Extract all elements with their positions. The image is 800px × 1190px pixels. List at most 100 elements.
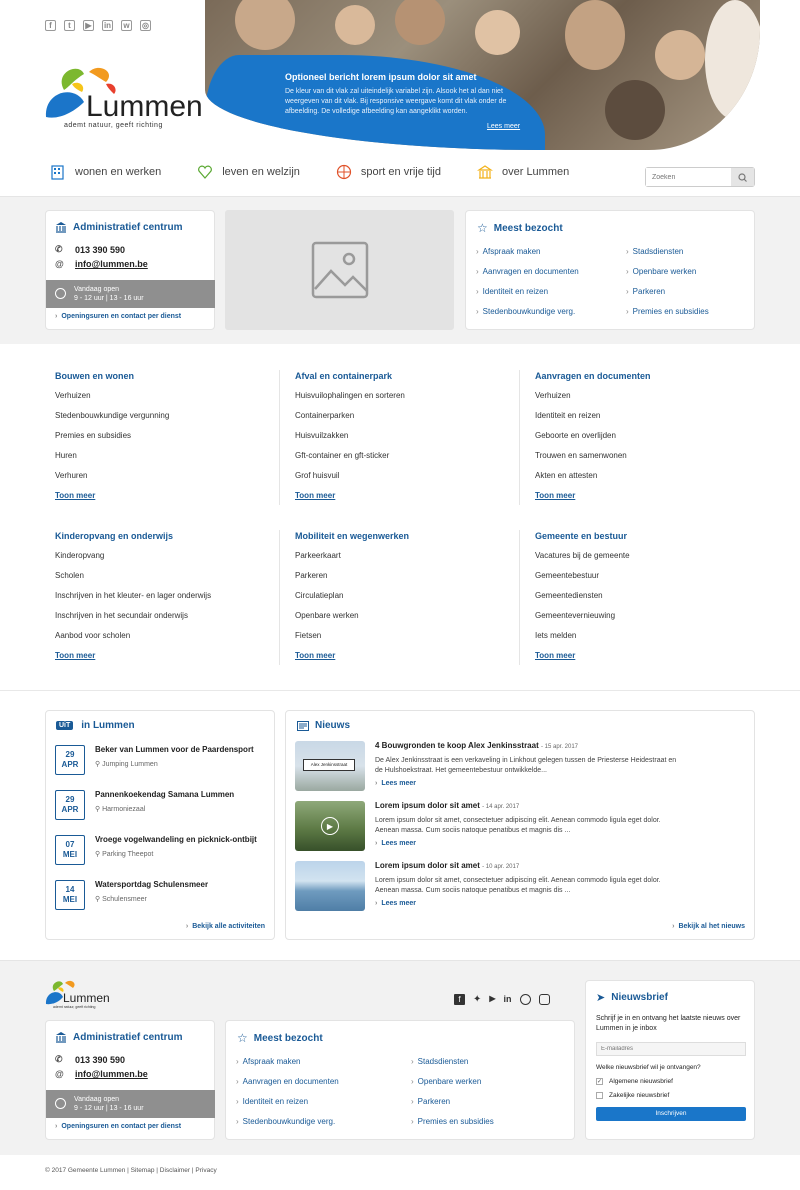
category-link[interactable]: Inschrijven in het secundair onderwijs (55, 611, 280, 631)
news-item[interactable]: ▶ Lorem ipsum dolor sit amet - 14 apr. 2… (295, 801, 680, 851)
checkbox-unchecked[interactable] (596, 1092, 603, 1099)
most-visited-link[interactable]: › Openbare werken (411, 1077, 494, 1097)
news-video-thumbnail[interactable]: ▶ (295, 801, 365, 851)
linkedin-icon[interactable]: in (504, 994, 512, 1005)
play-icon[interactable]: ▶ (321, 817, 339, 835)
event-item[interactable]: 14 MEI Watersportdag Schulensmeer ⚲ Schule… (55, 880, 208, 910)
category-link[interactable]: Trouwen en samenwonen (535, 451, 760, 471)
email-link[interactable]: info@lummen.be (75, 259, 148, 269)
logo[interactable]: Lummen ademt natuur, geeft richting (44, 62, 203, 132)
most-visited-link[interactable]: › Stedenbouwkundige verg. (476, 307, 579, 327)
all-activities-link[interactable]: › Bekijk alle activiteiten (186, 923, 265, 930)
nav-sport-en-vrije-tijd[interactable]: sport en vrije tijd (336, 164, 441, 180)
email-field[interactable] (596, 1042, 746, 1056)
category-link[interactable]: Containerparken (295, 411, 520, 431)
youtube-icon[interactable]: ▶ (83, 20, 94, 31)
show-more-link[interactable]: Toon meer (295, 651, 520, 660)
opening-hours-link[interactable]: › Openingsuren en contact per dienst (55, 1123, 181, 1130)
category-link[interactable]: Inschrijven in het kleuter- en lager ond… (55, 591, 280, 611)
search-input[interactable] (646, 168, 731, 186)
most-visited-link[interactable]: › Parkeren (411, 1097, 494, 1117)
most-visited-link[interactable]: › Afspraak maken (236, 1057, 339, 1077)
category-link[interactable]: Iets melden (535, 631, 760, 651)
most-visited-link[interactable]: › Premies en subsidies (626, 307, 709, 327)
category-title[interactable]: Gemeente en bestuur (535, 531, 760, 541)
category-link[interactable]: Grof huisvuil (295, 471, 520, 491)
most-visited-link[interactable]: › Stedenbouwkundige verg. (236, 1117, 339, 1137)
category-link[interactable]: Vacatures bij de gemeente (535, 551, 760, 571)
category-title[interactable]: Mobiliteit en wegenwerken (295, 531, 520, 541)
footer-logo[interactable]: Lummen ademt natuur, geeft richting (45, 978, 115, 1010)
category-link[interactable]: Aanbod voor scholen (55, 631, 280, 651)
category-link[interactable]: Verhuizen (55, 391, 280, 411)
category-title[interactable]: Afval en containerpark (295, 371, 520, 381)
checkbox-business-newsletter[interactable]: Zakelijke nieuwsbrief (596, 1092, 744, 1099)
category-link[interactable]: Openbare werken (295, 611, 520, 631)
category-link[interactable]: Geboorte en overlijden (535, 431, 760, 451)
most-visited-link[interactable]: › Aanvragen en documenten (236, 1077, 339, 1097)
most-visited-link[interactable]: › Premies en subsidies (411, 1117, 494, 1137)
instagram-icon[interactable]: ◎ (140, 20, 151, 31)
category-title[interactable]: Bouwen en wonen (55, 371, 280, 381)
most-visited-link[interactable]: › Identiteit en reizen (476, 287, 579, 307)
category-link[interactable]: Fietsen (295, 631, 520, 651)
category-link[interactable]: Scholen (55, 571, 280, 591)
category-title[interactable]: Kinderopvang en onderwijs (55, 531, 280, 541)
category-link[interactable]: Kinderopvang (55, 551, 280, 571)
category-link[interactable]: Gemeentevernieuwing (535, 611, 760, 631)
most-visited-link[interactable]: › Aanvragen en documenten (476, 267, 579, 287)
all-news-link[interactable]: › Bekijk al het nieuws (672, 923, 745, 930)
show-more-link[interactable]: Toon meer (55, 651, 280, 660)
news-item[interactable]: Alex Jenkinsstraat 4 Bouwgronden te koop… (295, 741, 680, 791)
twitter-icon[interactable]: t (64, 20, 75, 31)
category-link[interactable]: Identiteit en reizen (535, 411, 760, 431)
read-more-link[interactable]: › Lees meer (375, 900, 680, 907)
category-link[interactable]: Stedenbouwkundige vergunning (55, 411, 280, 431)
news-item[interactable]: Lorem ipsum dolor sit amet - 10 apr. 201… (295, 861, 680, 911)
whatsapp-icon[interactable]: w (121, 20, 132, 31)
hero-read-more-link[interactable]: Lees meer (487, 123, 520, 130)
whatsapp-icon[interactable] (519, 994, 531, 1005)
phone-number[interactable]: 013 390 590 (75, 245, 125, 255)
show-more-link[interactable]: Toon meer (55, 491, 280, 500)
show-more-link[interactable]: Toon meer (535, 491, 760, 500)
category-link[interactable]: Parkeren (295, 571, 520, 591)
phone-number[interactable]: 013 390 590 (75, 1055, 125, 1065)
category-link[interactable]: Circulatieplan (295, 591, 520, 611)
show-more-link[interactable]: Toon meer (535, 651, 760, 660)
opening-hours-link[interactable]: › Openingsuren en contact per dienst (55, 313, 181, 320)
news-image[interactable]: Alex Jenkinsstraat (295, 741, 365, 791)
linkedin-icon[interactable]: in (102, 20, 113, 31)
nav-over-lummen[interactable]: over Lummen (477, 164, 569, 180)
category-link[interactable]: Huisvuilzakken (295, 431, 520, 451)
category-link[interactable]: Verhuizen (535, 391, 760, 411)
most-visited-link[interactable]: › Stadsdiensten (411, 1057, 494, 1077)
category-title[interactable]: Aanvragen en documenten (535, 371, 760, 381)
checkbox-general-newsletter[interactable]: ✓ Algemene nieuwsbrief (596, 1078, 744, 1085)
category-link[interactable]: Akten en attesten (535, 471, 760, 491)
twitter-icon[interactable]: ✦ (473, 994, 481, 1005)
event-item[interactable]: 07 MEI Vroege vogelwandeling en picknick-… (55, 835, 257, 865)
nav-wonen-en-werken[interactable]: wonen en werken (50, 164, 161, 180)
category-link[interactable]: Huren (55, 451, 280, 471)
show-more-link[interactable]: Toon meer (295, 491, 520, 500)
copyright[interactable]: © 2017 Gemeente Lummen | Sitemap | Discl… (45, 1167, 217, 1174)
search-button[interactable] (731, 168, 754, 186)
most-visited-link[interactable]: › Openbare werken (626, 267, 709, 287)
hero-banner[interactable]: Optioneel bericht lorem ipsum dolor sit … (205, 0, 760, 150)
instagram-icon[interactable] (538, 994, 550, 1005)
email-link[interactable]: info@lummen.be (75, 1069, 148, 1079)
facebook-icon[interactable]: f (45, 20, 56, 31)
category-link[interactable]: Verhuren (55, 471, 280, 491)
most-visited-link[interactable]: › Stadsdiensten (626, 247, 709, 267)
read-more-link[interactable]: › Lees meer (375, 780, 680, 787)
youtube-icon[interactable]: ▶ (489, 994, 495, 1005)
event-item[interactable]: 29 APR Beker van Lummen voor de Paardensp… (55, 745, 254, 775)
category-link[interactable]: Gemeentediensten (535, 591, 760, 611)
category-link[interactable]: Huisvuilophalingen en sorteren (295, 391, 520, 411)
category-link[interactable]: Gemeentebestuur (535, 571, 760, 591)
most-visited-link[interactable]: › Identiteit en reizen (236, 1097, 339, 1117)
most-visited-link[interactable]: › Afspraak maken (476, 247, 579, 267)
subscribe-button[interactable]: Inschrijven (596, 1107, 746, 1121)
most-visited-link[interactable]: › Parkeren (626, 287, 709, 307)
